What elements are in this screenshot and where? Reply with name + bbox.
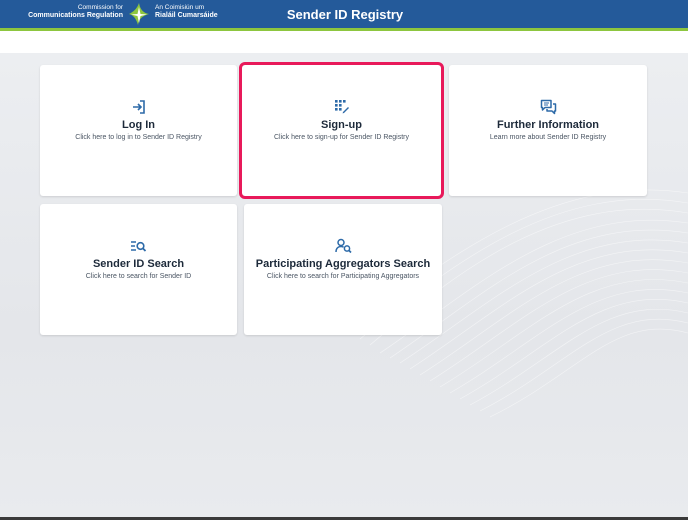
participating-aggregators-search-card[interactable]: Participating Aggregators Search Click h…	[244, 204, 442, 335]
login-arrow-icon	[40, 99, 237, 115]
further-information-card-title: Further Information	[496, 119, 600, 131]
further-information-card-description: Learn more about Sender ID Registry	[489, 134, 607, 141]
login-card-description: Click here to log in to Sender ID Regist…	[75, 134, 202, 141]
login-card[interactable]: Log In Click here to log in to Sender ID…	[40, 65, 237, 196]
participating-aggregators-search-card-description: Click here to search for Participating A…	[266, 273, 420, 280]
page-title: Sender ID Registry	[0, 7, 688, 22]
further-information-card[interactable]: Further Information Learn more about Sen…	[449, 65, 647, 196]
sender-id-search-card-title: Sender ID Search	[92, 258, 185, 270]
white-band	[0, 31, 688, 53]
login-card-title: Log In	[122, 119, 155, 131]
sender-id-search-card-description: Click here to search for Sender ID	[85, 273, 192, 280]
signup-card-title: Sign-up	[321, 119, 362, 131]
page-title-text: Sender ID Registry	[286, 7, 404, 22]
list-search-icon	[40, 238, 237, 254]
user-search-icon	[244, 238, 442, 254]
header-bar: Commission for Communications Regulation…	[0, 0, 688, 28]
keypad-pencil-icon	[242, 99, 441, 115]
chat-bubbles-icon	[449, 99, 647, 115]
signup-card-description: Click here to sign-up for Sender ID Regi…	[274, 134, 409, 141]
participating-aggregators-search-card-title: Participating Aggregators Search	[255, 258, 431, 270]
sender-id-search-card[interactable]: Sender ID Search Click here to search fo…	[40, 204, 237, 335]
signup-card[interactable]: Sign-up Click here to sign-up for Sender…	[239, 62, 444, 199]
